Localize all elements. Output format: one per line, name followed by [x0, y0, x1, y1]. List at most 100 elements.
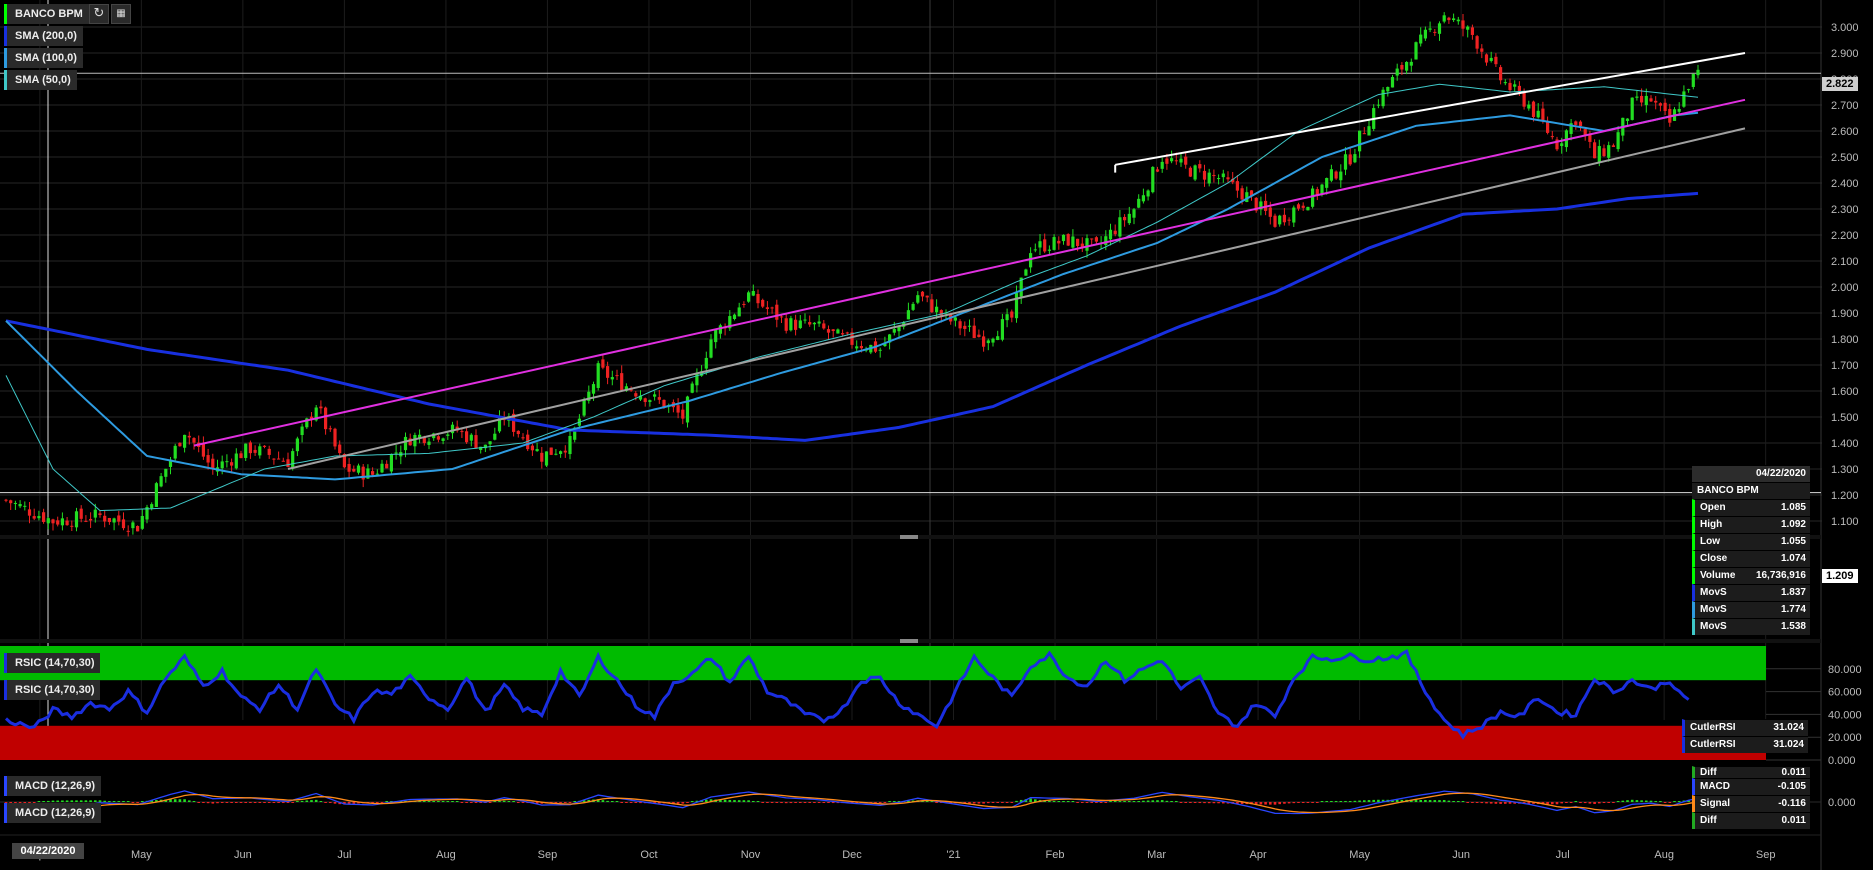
candle-up — [60, 518, 64, 526]
candle-up — [1132, 209, 1136, 218]
x-tick-label: Feb — [1046, 849, 1065, 861]
macd-hist-down — [1485, 802, 1488, 804]
sma-50-legend[interactable]: SMA (50,0) — [4, 70, 77, 90]
macd-hist-up — [1659, 801, 1662, 802]
candle-up — [1607, 145, 1611, 158]
candle-down — [267, 448, 271, 455]
info-row-low: Low 1.055 — [1692, 533, 1810, 550]
candle-up — [1221, 173, 1225, 178]
macd-hist-up — [733, 800, 736, 802]
macd-hist-down — [780, 802, 783, 804]
macd-hist-down — [216, 802, 219, 804]
macd-hist-down — [1269, 802, 1272, 805]
rsi-legend-2[interactable]: RSIC (14,70,30) — [4, 680, 101, 700]
macd-hist-up — [723, 799, 727, 802]
macd-hist-up — [65, 800, 69, 802]
candle-down — [808, 322, 812, 325]
candle-up — [295, 438, 299, 452]
candle-up — [1489, 57, 1493, 61]
candle-down — [643, 398, 647, 403]
candle-down — [32, 516, 36, 519]
macd-hist-up — [427, 801, 431, 802]
candle-down — [126, 530, 130, 532]
macd-hist-up — [1123, 801, 1126, 802]
candle-down — [1499, 67, 1503, 81]
candle-down — [1184, 156, 1188, 165]
info-row-close: Close 1.074 — [1692, 550, 1810, 567]
refresh-icon[interactable]: ↻ — [89, 4, 109, 24]
candle-up — [1329, 169, 1333, 181]
candle-down — [84, 520, 88, 522]
macd-hist-up — [1372, 799, 1375, 802]
macd-hist-down — [1471, 802, 1474, 803]
x-tick-label: Mar — [1147, 849, 1166, 861]
info-row-open: Open 1.085 — [1692, 499, 1810, 516]
calendar-icon[interactable]: ▦ — [111, 4, 131, 24]
candle-up — [356, 465, 361, 473]
sma-100-legend[interactable]: SMA (100,0) — [4, 48, 83, 68]
macd-legend-2[interactable]: MACD (12,26,9) — [4, 803, 102, 823]
candle-down — [328, 428, 332, 430]
macd-hist-up — [188, 800, 191, 802]
candle-up — [159, 476, 163, 487]
crosshair-price-tag: 1.209 — [1822, 569, 1858, 583]
macd-hist-down — [634, 802, 638, 803]
macd-hist-up — [1452, 801, 1455, 802]
macd-hist-down — [249, 802, 252, 803]
candle-down — [1649, 98, 1653, 102]
macd-hist-up — [601, 800, 605, 802]
macd-hist-down — [1198, 802, 1202, 804]
candle-down — [347, 463, 351, 472]
candle-up — [709, 339, 713, 358]
rsi-legend-1[interactable]: RSIC (14,70,30) — [4, 653, 101, 673]
macd-hist-up — [42, 801, 45, 802]
y-tick-label: 1.400 — [1831, 438, 1859, 450]
splitter-handle — [900, 639, 918, 643]
candle-down — [352, 468, 356, 472]
candle-down — [1198, 164, 1202, 169]
macd-hist-down — [136, 802, 139, 803]
y-tick-label: 2.900 — [1831, 48, 1859, 60]
candle-up — [1687, 89, 1691, 91]
candle-down — [1273, 215, 1277, 227]
candle-down — [1640, 95, 1644, 103]
macd-hist-down — [789, 802, 793, 804]
macd-hist-down — [202, 802, 205, 803]
chart-canvas[interactable]: 1.100 1.200 1.300 1.400 1.500 1.600 1.700 1.800… — [0, 0, 1873, 870]
macd-legend-1[interactable]: MACD (12,26,9) — [4, 776, 102, 796]
macd-hist-up — [112, 801, 116, 802]
macd-hist-up — [1630, 799, 1634, 802]
y-tick-label: 1.300 — [1831, 464, 1859, 476]
candle-up — [1339, 171, 1343, 181]
candle-up — [150, 504, 154, 509]
info-date: 04/22/2020 — [1692, 465, 1810, 482]
sma-200-legend[interactable]: SMA (200,0) — [4, 26, 83, 46]
candle-down — [1658, 103, 1662, 106]
info-row-volume: Volume 16,736,916 — [1692, 567, 1810, 584]
candle-up — [732, 314, 737, 319]
candle-up — [1381, 89, 1385, 107]
macd-hist-down — [1090, 802, 1093, 803]
candle-up — [559, 451, 563, 454]
macd-hist-up — [1457, 801, 1460, 802]
candle-up — [389, 454, 393, 472]
macd-hist-down — [1283, 802, 1286, 804]
candle-down — [540, 452, 544, 462]
candle-up — [1071, 236, 1075, 248]
candle-down — [1282, 214, 1286, 223]
candle-down — [371, 471, 375, 475]
macd-hist-down — [799, 802, 802, 803]
candle-up — [23, 505, 27, 507]
macd-hist-up — [1325, 801, 1328, 802]
macd-hist-down — [1588, 802, 1592, 804]
candle-up — [1325, 178, 1329, 188]
macd-hist-down — [822, 802, 826, 803]
symbol-legend[interactable]: BANCO BPM — [4, 4, 89, 24]
candle-down — [117, 515, 121, 522]
candle-down — [1470, 27, 1474, 35]
info-row-sma100: MovS 1.774 — [1692, 601, 1810, 618]
macd-hist-up — [1165, 800, 1169, 802]
x-tick-label: May — [1349, 849, 1370, 861]
candle-down — [201, 443, 205, 457]
macd-hist-up — [1175, 801, 1178, 802]
